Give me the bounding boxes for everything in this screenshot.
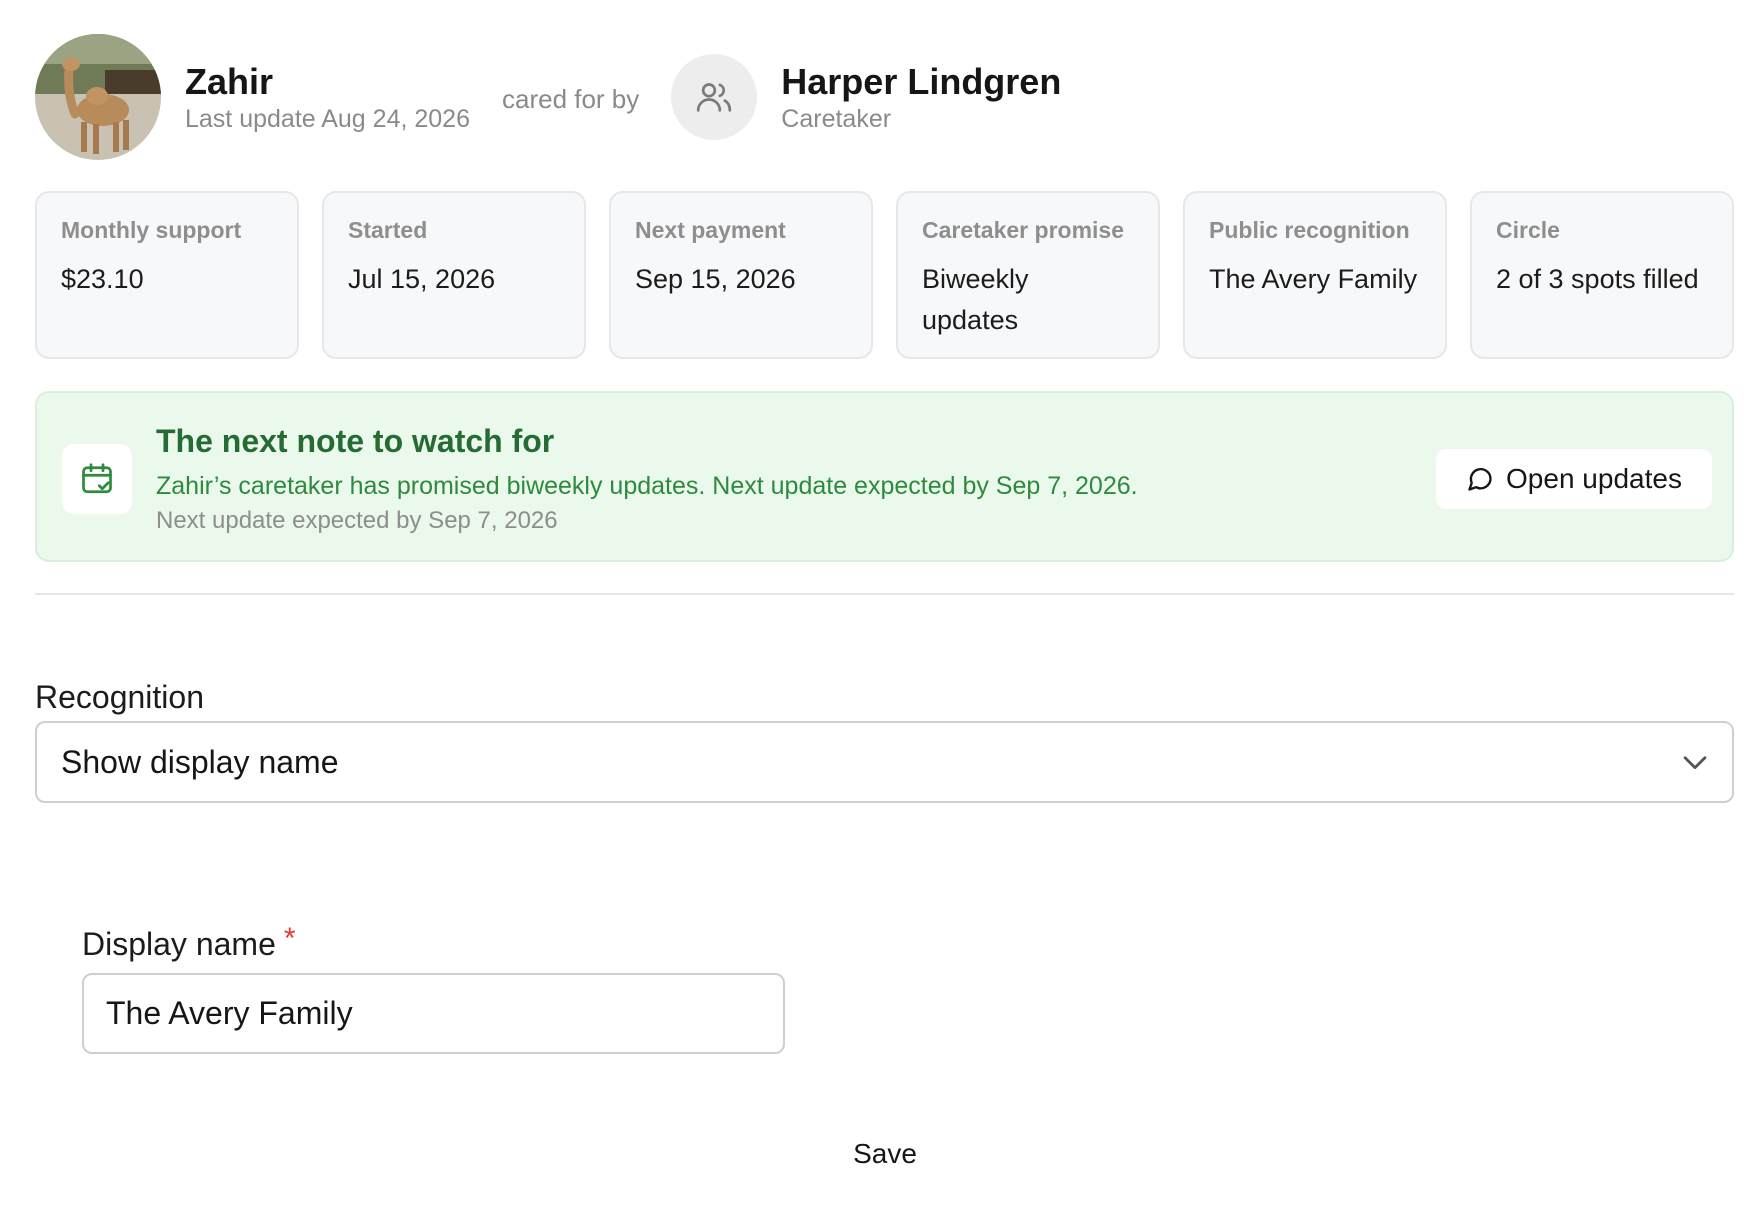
open-updates-button[interactable]: Open updates xyxy=(1436,449,1712,509)
camel-photo xyxy=(35,34,161,160)
calendar-check-icon xyxy=(82,463,112,494)
chevron-down-icon xyxy=(1683,756,1707,770)
stat-label: Started xyxy=(348,217,428,243)
animal-info: Zahir Last update Aug 24, 2026 xyxy=(185,60,470,134)
profile-header: Zahir Last update Aug 24, 2026 cared for… xyxy=(35,34,1061,160)
animal-photo xyxy=(35,34,161,160)
stat-card-circle: Circle 2 of 3 spots filled xyxy=(1470,191,1734,359)
display-name-input[interactable] xyxy=(82,973,785,1054)
banner-text: Zahir’s caretaker has promised biweekly … xyxy=(156,472,1138,500)
recognition-label: Recognition xyxy=(35,679,204,715)
divider xyxy=(35,593,1734,595)
open-updates-label: Open updates xyxy=(1506,463,1682,494)
stat-label: Monthly support xyxy=(61,217,242,243)
required-mark: * xyxy=(283,922,296,955)
stat-card-monthly-support: Monthly support $23.10 xyxy=(35,191,299,359)
stats-row: Monthly support $23.10 Started Jul 15, 2… xyxy=(35,191,1734,359)
animal-name: Zahir xyxy=(185,61,274,102)
stat-label: Circle xyxy=(1496,217,1560,243)
animal-last-update: Last update Aug 24, 2026 xyxy=(185,105,470,133)
next-note-banner: The next note to watch for Zahir’s caret… xyxy=(35,391,1734,562)
stat-label: Caretaker promise xyxy=(922,217,1124,243)
display-name-label: Display name xyxy=(82,926,276,962)
stat-label: Public recognition xyxy=(1209,217,1410,243)
stat-value: The Avery Family xyxy=(1209,264,1418,294)
users-icon xyxy=(697,83,732,112)
message-circle-icon xyxy=(1468,468,1492,491)
save-button[interactable]: Save xyxy=(830,1132,940,1176)
banner-icon-box xyxy=(62,444,132,514)
display-name-label-row: Display name * xyxy=(82,924,296,964)
stat-card-started: Started Jul 15, 2026 xyxy=(322,191,586,359)
stat-label: Next payment xyxy=(635,217,786,243)
stat-value: Jul 15, 2026 xyxy=(348,264,496,294)
stat-value: 2 of 3 spots filled xyxy=(1496,264,1699,294)
recognition-selected-value: Show display name xyxy=(61,743,339,780)
stat-value: Sep 15, 2026 xyxy=(635,264,796,294)
stat-card-caretaker-promise: Caretaker promise Biweekly updates xyxy=(896,191,1160,359)
cared-by-label: cared for by xyxy=(501,83,640,114)
recognition-select[interactable]: Show display name xyxy=(35,721,1734,803)
caretaker-avatar xyxy=(671,54,758,140)
stat-card-next-payment: Next payment Sep 15, 2026 xyxy=(609,191,873,359)
caretaker-name: Harper Lindgren xyxy=(781,61,1062,102)
banner-subtext: Next update expected by Sep 7, 2026 xyxy=(156,507,558,534)
stat-value: Biweekly updates xyxy=(922,264,1029,335)
banner-title: The next note to watch for xyxy=(156,423,555,459)
stat-value: $23.10 xyxy=(61,264,144,294)
stat-card-public-recognition: Public recognition The Avery Family xyxy=(1183,191,1447,359)
caretaker-info: Harper Lindgren Caretaker xyxy=(781,60,1061,134)
caretaker-role: Caretaker xyxy=(781,105,892,133)
